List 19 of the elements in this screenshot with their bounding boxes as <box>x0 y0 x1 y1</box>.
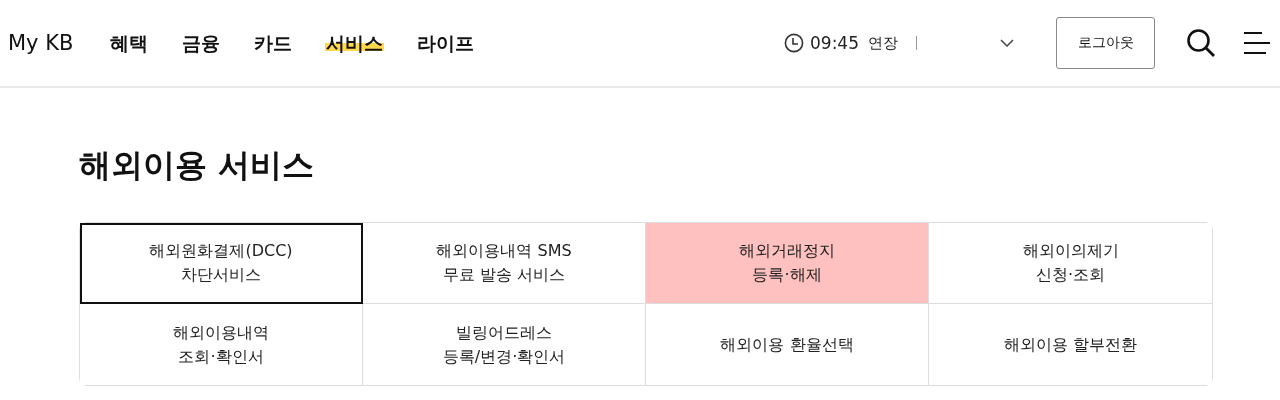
service-tab[interactable]: 해외이용내역 SMS 무료 발송 서비스 <box>363 223 646 304</box>
logo-link[interactable]: My KB <box>8 31 74 55</box>
search-icon[interactable] <box>1186 28 1216 58</box>
clock-icon <box>784 33 804 53</box>
service-tab[interactable]: 해외거래정지 등록·해제 <box>646 223 929 304</box>
service-tab[interactable]: 해외이의제기 신청·조회 <box>929 223 1212 304</box>
menu-icon[interactable] <box>1244 31 1270 55</box>
page-title: 해외이용 서비스 <box>79 145 316 186</box>
nav-item[interactable]: 금융 <box>181 33 222 53</box>
nav-item[interactable]: 서비스 <box>325 33 385 53</box>
session-time: 09:45 <box>810 33 859 53</box>
nav-item[interactable]: 라이프 <box>416 33 476 53</box>
service-tab[interactable]: 해외원화결제(DCC) 차단서비스 <box>80 223 363 304</box>
chevron-down-icon[interactable] <box>1000 39 1014 47</box>
nav-item[interactable]: 카드 <box>253 33 294 53</box>
extend-link[interactable]: 연장 <box>868 33 898 53</box>
logout-button[interactable]: 로그아웃 <box>1056 17 1155 69</box>
nav-item[interactable]: 혜택 <box>109 33 150 53</box>
service-tab[interactable]: 해외이용내역 조회·확인서 <box>80 304 363 385</box>
